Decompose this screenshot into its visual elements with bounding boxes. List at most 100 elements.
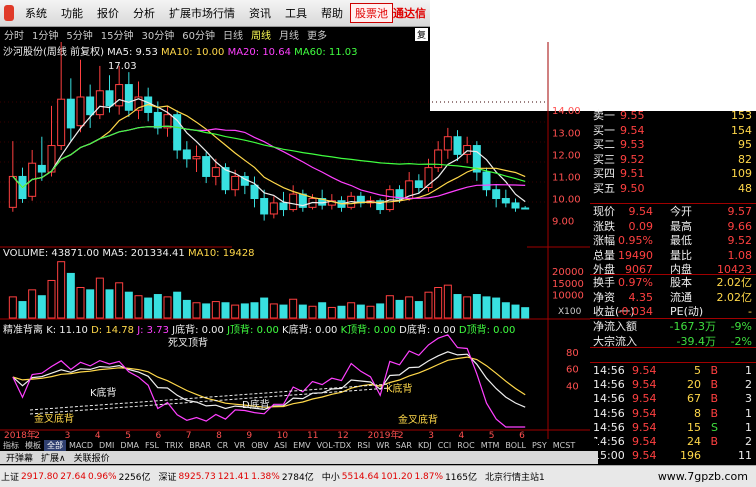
annot-k-bottom-1: K底背 <box>90 386 117 399</box>
indicator-lines <box>12 334 526 428</box>
indicator-tab[interactable]: BOLL <box>502 441 529 450</box>
time-tick-label: 4 <box>459 431 465 439</box>
menu-item-system[interactable]: 系统 <box>18 5 54 21</box>
extend-button[interactable]: 扩展∧ <box>37 451 70 464</box>
danmaku-toggle[interactable]: 开弹幕 <box>2 451 37 464</box>
order-book-row[interactable]: 买一 9.54 154 <box>590 123 756 138</box>
related-quote-button[interactable]: 关联报价 <box>70 451 114 464</box>
volume-bar <box>28 289 37 319</box>
indicator-tab[interactable]: FSL <box>142 441 162 450</box>
trade-tick-row[interactable]: 14:56 9.54 20 B 2 <box>590 377 756 392</box>
period-tab-monthly[interactable]: 月线 <box>275 27 303 42</box>
stat-row[interactable]: 收益(一) -0.034 PE(动) - <box>590 304 756 319</box>
period-tab-60min[interactable]: 60分钟 <box>178 27 219 42</box>
indicator-tab[interactable]: 指标 <box>0 440 22 451</box>
trade-tick-row[interactable]: 14:56 9.54 8 B 1 <box>590 406 756 421</box>
flow-row[interactable]: 净流入额 -167.3万 -9% <box>590 319 756 334</box>
indicator-tab[interactable]: WR <box>373 441 392 450</box>
trade-tick-row[interactable]: 15:00 9.54 196 11 <box>590 448 756 463</box>
sh-index-label[interactable]: 上证 <box>0 470 20 483</box>
indicator-tab[interactable]: VOL-TDX <box>314 441 355 450</box>
indicator-tab[interactable]: ASI <box>271 441 290 450</box>
period-tab-1min[interactable]: 1分钟 <box>28 27 62 42</box>
trade-tick-row[interactable]: 14:56 9.54 15 S 1 <box>590 420 756 435</box>
period-tab-15min[interactable]: 15分钟 <box>97 27 138 42</box>
indicator-tab[interactable]: BRAR <box>186 441 214 450</box>
order-book-row[interactable]: 买五 9.50 48 <box>590 181 756 196</box>
indicator-tab[interactable]: CCI <box>435 441 455 450</box>
volume-bar <box>521 307 530 319</box>
indicator-tab[interactable]: KDJ <box>415 441 435 450</box>
menu-item-analysis[interactable]: 分析 <box>126 5 162 21</box>
indicator-tab[interactable]: MTM <box>478 441 503 450</box>
period-tab-more[interactable]: 更多 <box>303 27 331 42</box>
stat-row[interactable]: 换手 0.97% 股本 2.02亿 <box>590 275 756 290</box>
indicator-tab[interactable]: DMA <box>117 441 142 450</box>
zx-index-label[interactable]: 中小 <box>321 470 341 483</box>
indicator-tab[interactable]: DMI <box>96 441 117 450</box>
menu-item-help[interactable]: 帮助 <box>314 5 350 21</box>
indicator-tab[interactable]: MCST <box>550 441 578 450</box>
indicator-tab[interactable]: MACD <box>66 441 96 450</box>
order-book-row[interactable]: 买三 9.52 82 <box>590 152 756 167</box>
order-book-row[interactable]: 买二 9.53 95 <box>590 137 756 152</box>
volume-bar <box>182 299 191 319</box>
volume-bar <box>134 295 143 319</box>
candle-body <box>95 90 104 116</box>
stat-row[interactable]: 涨跌 0.09 最高 9.66 <box>590 219 756 234</box>
stock-pool-button[interactable]: 股票池 <box>350 3 393 23</box>
stat-label: PE(动) <box>670 305 704 318</box>
k-bottom-value: K底背: 0.00 <box>282 325 338 336</box>
d-bottom-value: D底背: 0.00 <box>399 325 456 336</box>
tick-count: 1 <box>745 420 752 434</box>
time-tick-label: 5 <box>489 431 495 439</box>
menu-item-news[interactable]: 资讯 <box>242 5 278 21</box>
menu-item-quote[interactable]: 报价 <box>90 5 126 21</box>
period-tab-intraday[interactable]: 分时 <box>0 27 28 42</box>
indicator-tab[interactable]: 全部 <box>44 439 66 451</box>
period-tab-30min[interactable]: 30分钟 <box>137 27 178 42</box>
sz-index-label[interactable]: 深证 <box>158 470 178 483</box>
candle-body <box>501 198 510 204</box>
trade-tick-row[interactable]: 14:56 9.54 24 B 2 <box>590 434 756 449</box>
indicator-tab[interactable]: PSY <box>529 441 550 450</box>
stat-row[interactable]: 总量 19490 量比 1.08 <box>590 248 756 263</box>
period-tab-weekly[interactable]: 周线 <box>247 27 275 42</box>
indicator-tab[interactable]: VR <box>231 441 248 450</box>
candle-body <box>37 164 46 173</box>
trade-tick-row[interactable]: 14:56 9.54 5 B 1 <box>590 363 756 378</box>
stat-row[interactable]: 净资 4.35 流通 2.02亿 <box>590 290 756 305</box>
stat-row[interactable]: 现价 9.54 今开 9.57 <box>590 204 756 219</box>
indicator-tab[interactable]: TRIX <box>162 441 186 450</box>
zx-index-change: 101.20 <box>380 471 413 482</box>
indicator-tab[interactable]: RSI <box>354 441 373 450</box>
bottom-toolbar: 开弹幕 扩展∧ 关联报价 <box>0 451 598 464</box>
menu-item-function[interactable]: 功能 <box>54 5 90 21</box>
period-tab-daily[interactable]: 日线 <box>219 27 247 42</box>
indicator-tab[interactable]: OBV <box>248 441 271 450</box>
volume-bar <box>163 296 172 319</box>
candle-body <box>66 98 75 129</box>
stat-row[interactable]: 涨幅 0.95% 最低 9.52 <box>590 233 756 248</box>
kline-chart[interactable]: 14.0013.0012.0011.0010.009.0020000150001… <box>0 42 590 439</box>
volume-bar <box>501 302 510 319</box>
menu-item-extended-market[interactable]: 扩展市场行情 <box>162 5 242 21</box>
adjust-button[interactable]: 复 <box>414 28 428 41</box>
tick-count: 2 <box>745 378 752 392</box>
volume-bar <box>492 297 501 319</box>
order-book-row[interactable]: 买四 9.51 109 <box>590 166 756 181</box>
server-label[interactable]: 北京行情主站1 <box>484 470 546 483</box>
period-tab-5min[interactable]: 5分钟 <box>62 27 96 42</box>
volume-bar <box>289 298 298 319</box>
indicator-tab[interactable]: CR <box>214 441 231 450</box>
indicator-tab[interactable]: 模板 <box>22 440 44 451</box>
order-book-row[interactable]: 卖一 9.55 153 <box>590 108 756 123</box>
menu-item-tools[interactable]: 工具 <box>278 5 314 21</box>
indicator-tab[interactable]: ROC <box>454 441 477 450</box>
trade-tick-row[interactable]: 14:56 9.54 67 B 3 <box>590 391 756 406</box>
volume-bar <box>231 304 240 319</box>
indicator-tab[interactable]: SAR <box>393 441 415 450</box>
indicator-tab[interactable]: EMV <box>290 441 313 450</box>
tick-count: 2 <box>745 435 752 448</box>
candle-body <box>153 111 162 129</box>
